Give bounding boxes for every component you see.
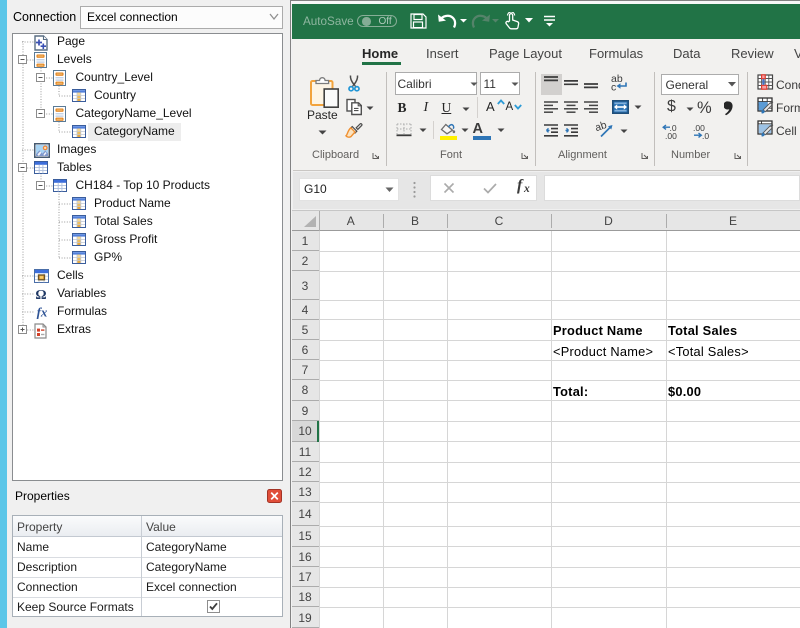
svg-text:Ω: Ω: [35, 288, 46, 301]
svg-text:.00: .00: [665, 131, 677, 139]
svg-text:fx: fx: [37, 305, 48, 319]
svg-text:.0: .0: [702, 131, 709, 139]
svg-text:c: c: [611, 82, 616, 93]
